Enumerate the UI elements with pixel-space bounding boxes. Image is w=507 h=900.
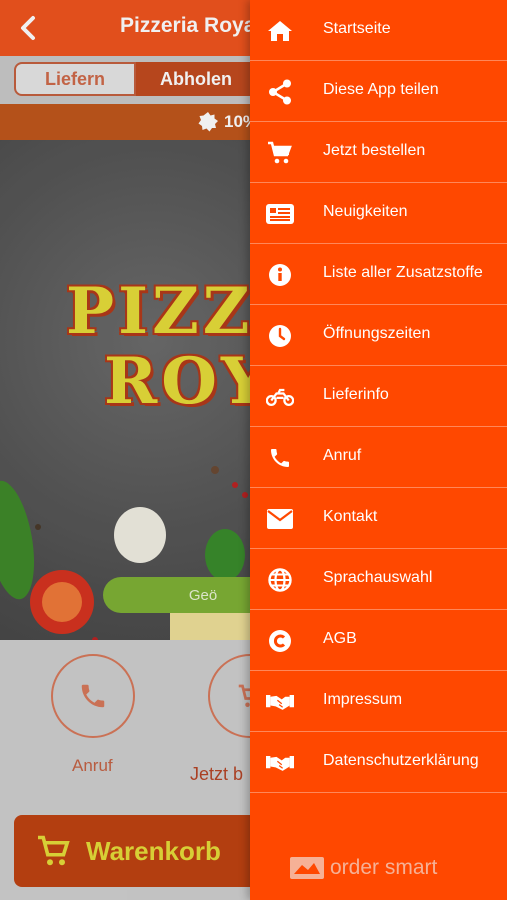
menu-item-terms[interactable]: AGB: [250, 610, 507, 671]
menu-item-opening-hours[interactable]: Öffnungszeiten: [250, 305, 507, 366]
clock-icon: [266, 322, 294, 350]
menu-item-label: Impressum: [323, 691, 403, 708]
order-smart-brand: order smart: [290, 856, 437, 880]
menu-item-label: Öffnungszeiten: [323, 325, 431, 342]
menu-item-label: Datenschutzerklärung: [323, 752, 479, 769]
side-drawer: Startseite Diese App teilen Jetzt bestel…: [250, 0, 507, 900]
menu-item-order-now[interactable]: Jetzt bestellen: [250, 122, 507, 183]
menu-item-label: Anruf: [323, 447, 362, 464]
share-icon: [266, 78, 294, 106]
menu-item-contact[interactable]: Kontakt: [250, 488, 507, 549]
menu-item-delivery-info[interactable]: Lieferinfo: [250, 366, 507, 427]
menu-item-label: Diese App teilen: [323, 81, 439, 98]
menu-item-additives[interactable]: Liste aller Zusatzstoffe: [250, 244, 507, 305]
home-icon: [266, 17, 294, 45]
menu-item-privacy[interactable]: Datenschutzerklärung: [250, 732, 507, 793]
menu-item-label: Sprachauswahl: [323, 569, 433, 586]
menu-item-call[interactable]: Anruf: [250, 427, 507, 488]
menu-item-imprint[interactable]: Impressum: [250, 671, 507, 732]
cart-icon: [266, 139, 294, 167]
order-smart-logo-icon: [290, 857, 324, 879]
handshake-icon: [266, 749, 294, 777]
phone-icon: [266, 444, 294, 472]
menu-item-label: Lieferinfo: [323, 386, 389, 403]
menu-item-label: Neuigkeiten: [323, 203, 408, 220]
handshake-icon: [266, 688, 294, 716]
menu-item-label: Kontakt: [323, 508, 378, 525]
menu-item-label: Startseite: [323, 20, 391, 37]
menu-item-label: Jetzt bestellen: [323, 142, 426, 159]
menu-item-label: Liste aller Zusatzstoffe: [323, 264, 483, 281]
menu-item-label: AGB: [323, 630, 357, 647]
menu-item-language[interactable]: Sprachauswahl: [250, 549, 507, 610]
menu-item-share-app[interactable]: Diese App teilen: [250, 61, 507, 122]
menu-item-startseite[interactable]: Startseite: [250, 0, 507, 61]
globe-icon: [266, 566, 294, 594]
brand-name: order smart: [330, 856, 438, 879]
menu-item-news[interactable]: Neuigkeiten: [250, 183, 507, 244]
info-icon: [266, 261, 294, 289]
mail-icon: [266, 505, 294, 533]
motorcycle-icon: [266, 383, 294, 411]
copyright-icon: [266, 627, 294, 655]
news-icon: [266, 200, 294, 228]
